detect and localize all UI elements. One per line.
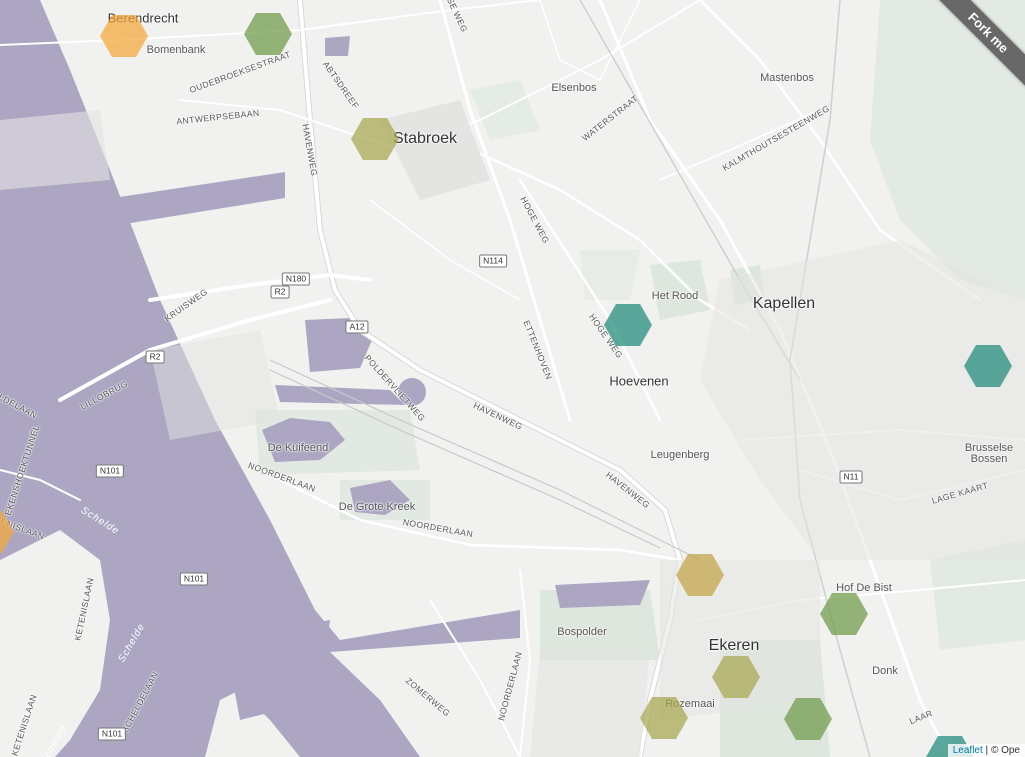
leaflet-link[interactable]: Leaflet (953, 745, 983, 756)
attribution: Leaflet | © Ope (947, 744, 1025, 757)
attribution-separator: | (985, 745, 989, 756)
place-label-hof-de-bist: Hof De Bist (836, 582, 892, 594)
map-canvas[interactable]: Berendrecht Bomenbank Stabroek Elsenbos … (0, 0, 1025, 757)
road-shield-r2: R2 (145, 350, 165, 364)
road-shield-n101: N101 (179, 572, 209, 586)
road-shield-n101: N101 (97, 727, 127, 741)
place-label-leugenberg: Leugenberg (650, 449, 710, 461)
place-label-brusselse-bossen: Brusselse Bossen (964, 442, 1014, 465)
place-label-mastenbos: Mastenbos (760, 72, 814, 84)
place-label-de-kuifeend: De Kuifeend (267, 442, 329, 454)
basemap (0, 0, 1025, 757)
place-label-bospolder: Bospolder (557, 626, 607, 638)
place-label-kapellen: Kapellen (752, 295, 816, 312)
road-shield-n101: N101 (95, 464, 125, 478)
place-label-bomenbank: Bomenbank (146, 44, 206, 56)
place-label-elsenbos: Elsenbos (551, 82, 597, 94)
road-shield-a12: A12 (345, 320, 369, 334)
road-shield-n180: N180 (281, 272, 311, 286)
place-label-donk: Donk (872, 665, 898, 677)
place-label-de-grote-kreek: De Grote Kreek (338, 501, 416, 513)
road-shield-n114: N114 (479, 254, 507, 268)
place-label-het-rood: Het Rood (651, 290, 699, 302)
attribution-text: © Ope (990, 745, 1020, 756)
place-label-ekeren: Ekeren (708, 637, 760, 654)
place-label-hoevenen: Hoevenen (609, 373, 669, 389)
road-shield-r2: R2 (270, 285, 290, 299)
place-label-stabroek: Stabroek (392, 130, 458, 147)
road-shield-n11: N11 (839, 470, 863, 484)
